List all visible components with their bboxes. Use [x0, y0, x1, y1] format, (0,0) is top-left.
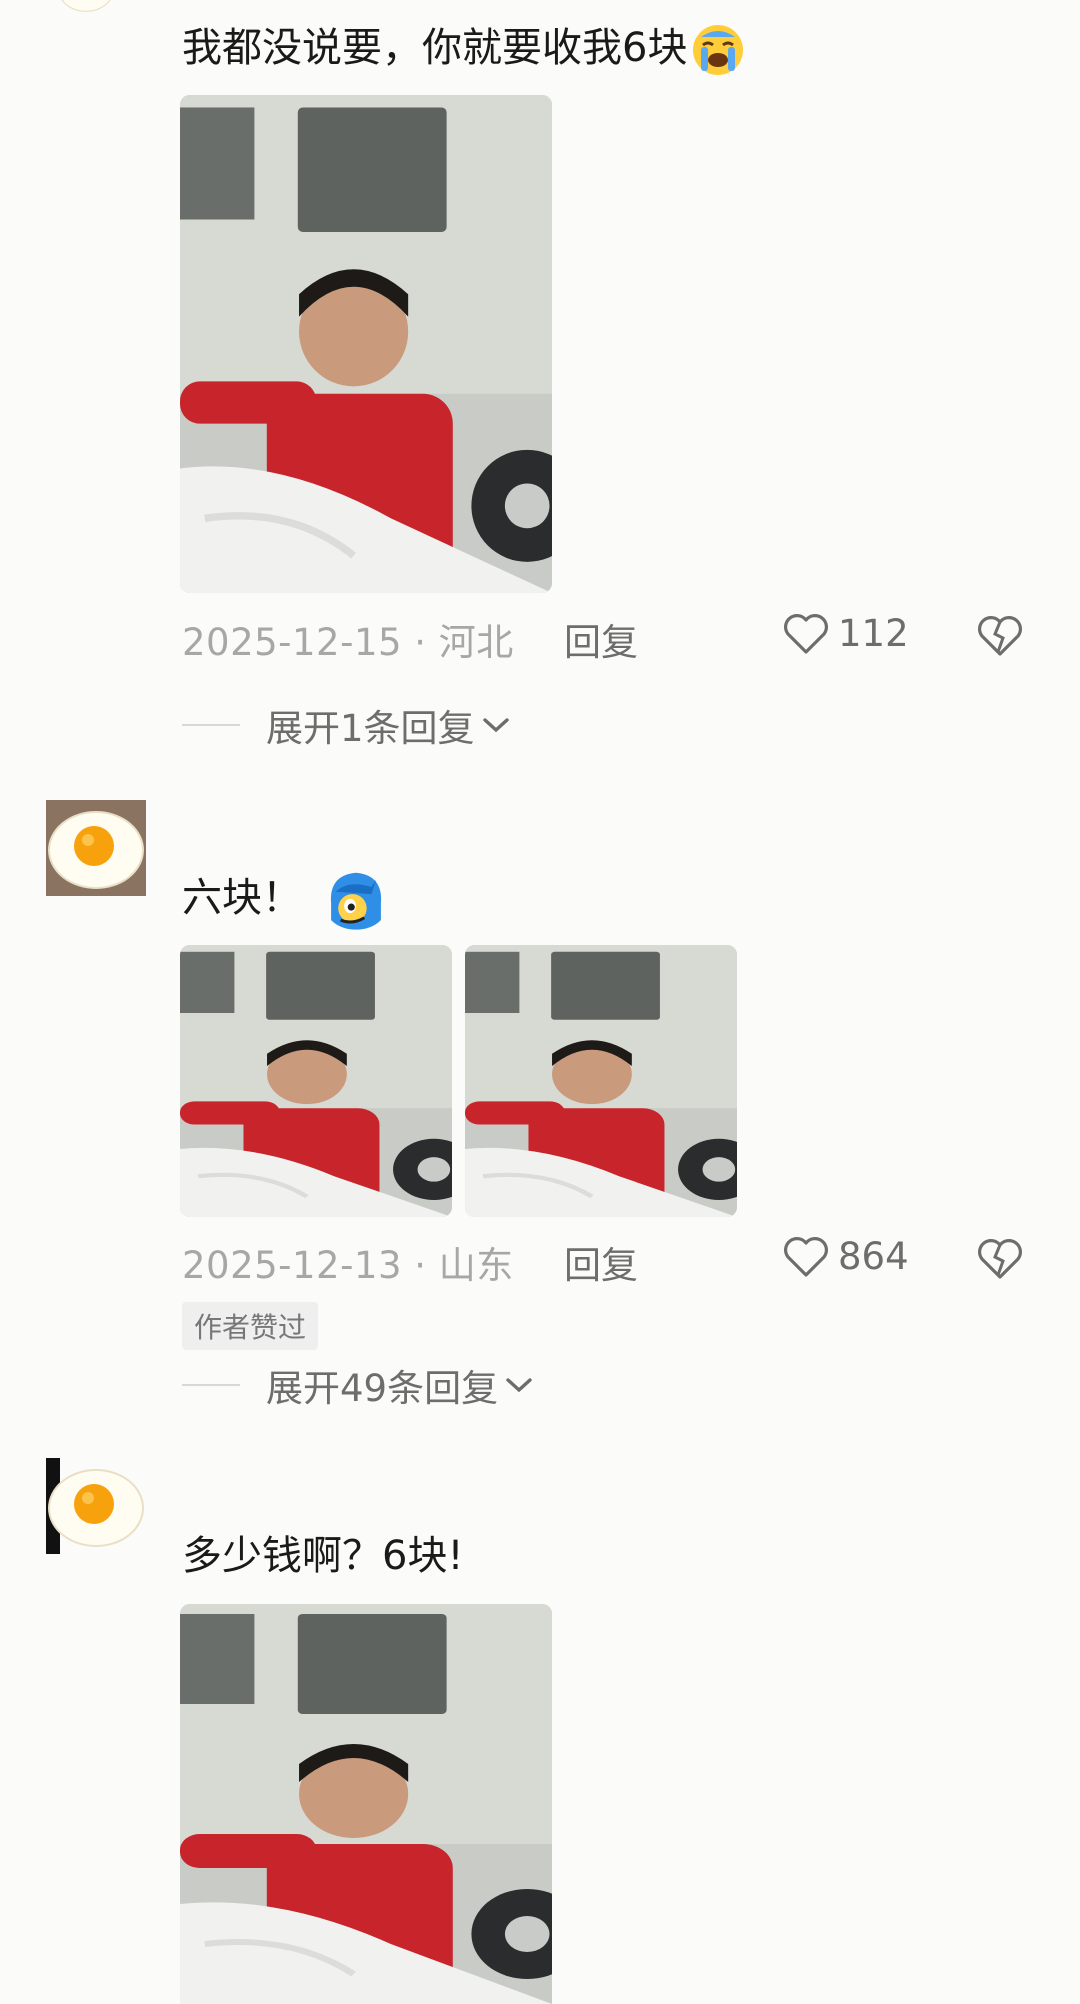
loudly-crying-face-icon	[693, 25, 744, 75]
heart-outline-icon	[784, 1237, 828, 1277]
heart-outline-icon	[784, 614, 828, 654]
comment-image[interactable]	[465, 945, 737, 1217]
avatar[interactable]	[46, 800, 146, 896]
divider	[182, 1384, 240, 1386]
fried-egg-avatar-icon	[36, 0, 136, 56]
like-button[interactable]: 864	[782, 1233, 909, 1279]
comment-date-location: 2025-12-13 · 山东	[182, 1244, 514, 1287]
chevron-down-icon	[482, 718, 509, 733]
divider	[182, 724, 240, 726]
avatar[interactable]	[46, 1458, 146, 1554]
fried-egg-avatar-icon	[46, 1458, 146, 1554]
fried-egg-avatar-icon	[46, 800, 146, 896]
like-button[interactable]: 112	[782, 610, 909, 656]
like-count: 112	[838, 611, 909, 655]
broken-heart-icon[interactable]	[976, 1235, 1024, 1281]
blue-hair-character-emoji-icon	[330, 872, 382, 930]
comment-text: 六块！	[182, 868, 388, 932]
comment-image[interactable]	[180, 1604, 552, 2004]
expand-replies-button[interactable]: 展开1条回复	[182, 698, 511, 752]
comment-image[interactable]	[180, 95, 552, 593]
author-liked-badge: 作者赞过	[182, 1302, 319, 1350]
expand-replies-button[interactable]: 展开49条回复	[182, 1358, 534, 1412]
reply-button[interactable]: 回复	[564, 612, 638, 666]
broken-heart-icon[interactable]	[976, 612, 1024, 658]
chevron-down-icon	[506, 1378, 532, 1393]
avatar[interactable]	[36, 0, 136, 56]
comment-text: 多少钱啊？6块!	[182, 1533, 464, 1579]
like-count: 864	[838, 1234, 909, 1278]
reply-button[interactable]: 回复	[564, 1235, 638, 1289]
comment-text: 我都没说要，你就要收我6块	[182, 20, 745, 77]
comment-image[interactable]	[180, 945, 452, 1217]
comment-date-location: 2025-12-15 · 河北	[182, 621, 514, 664]
